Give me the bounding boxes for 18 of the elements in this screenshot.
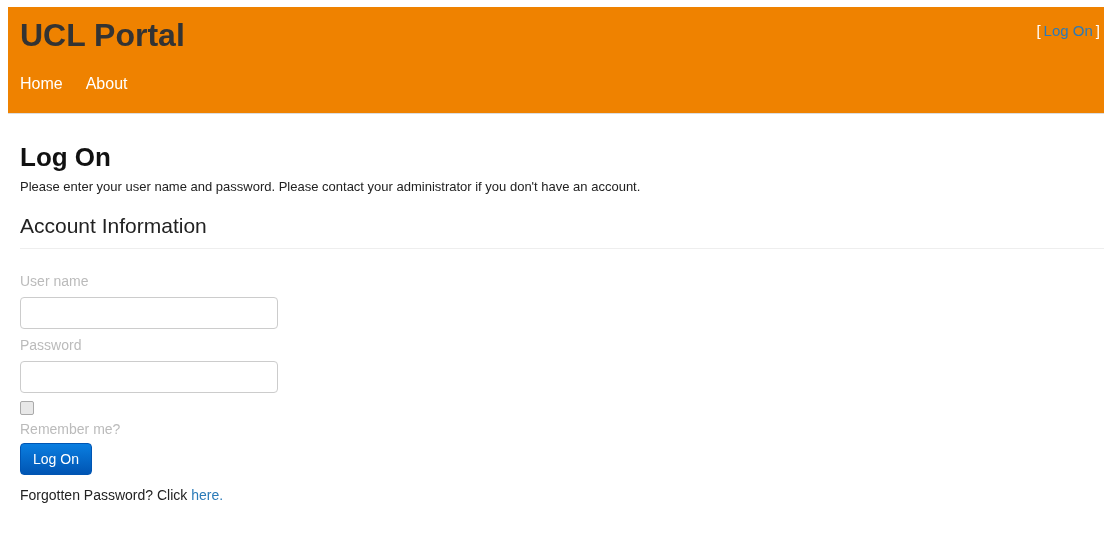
nav-link[interactable]: About (85, 75, 128, 93)
log-on-button[interactable]: Log On (20, 443, 92, 475)
bracket: [ (1036, 22, 1041, 39)
forgot-text: Forgotten Password? Click (20, 487, 188, 503)
here-link[interactable]: here. (191, 487, 224, 503)
section-heading: Account Information (20, 214, 208, 238)
page-heading: Log On (20, 142, 112, 173)
nav-link[interactable]: Home (20, 75, 63, 93)
checkbox-label: Remember me? (20, 421, 122, 437)
input-field[interactable] (20, 297, 278, 329)
intro-text: Please enter your user name and password. Please contact your administrator if you don't have an account. (20, 179, 642, 194)
site-title: UCL Portal (20, 16, 185, 55)
input-field[interactable] (20, 361, 278, 393)
checkbox[interactable] (20, 401, 34, 415)
field-label: User name (20, 273, 90, 289)
field-label: Password (20, 337, 83, 353)
log-on-link[interactable]: Log On (1043, 22, 1093, 39)
bracket: ] (1095, 22, 1100, 39)
